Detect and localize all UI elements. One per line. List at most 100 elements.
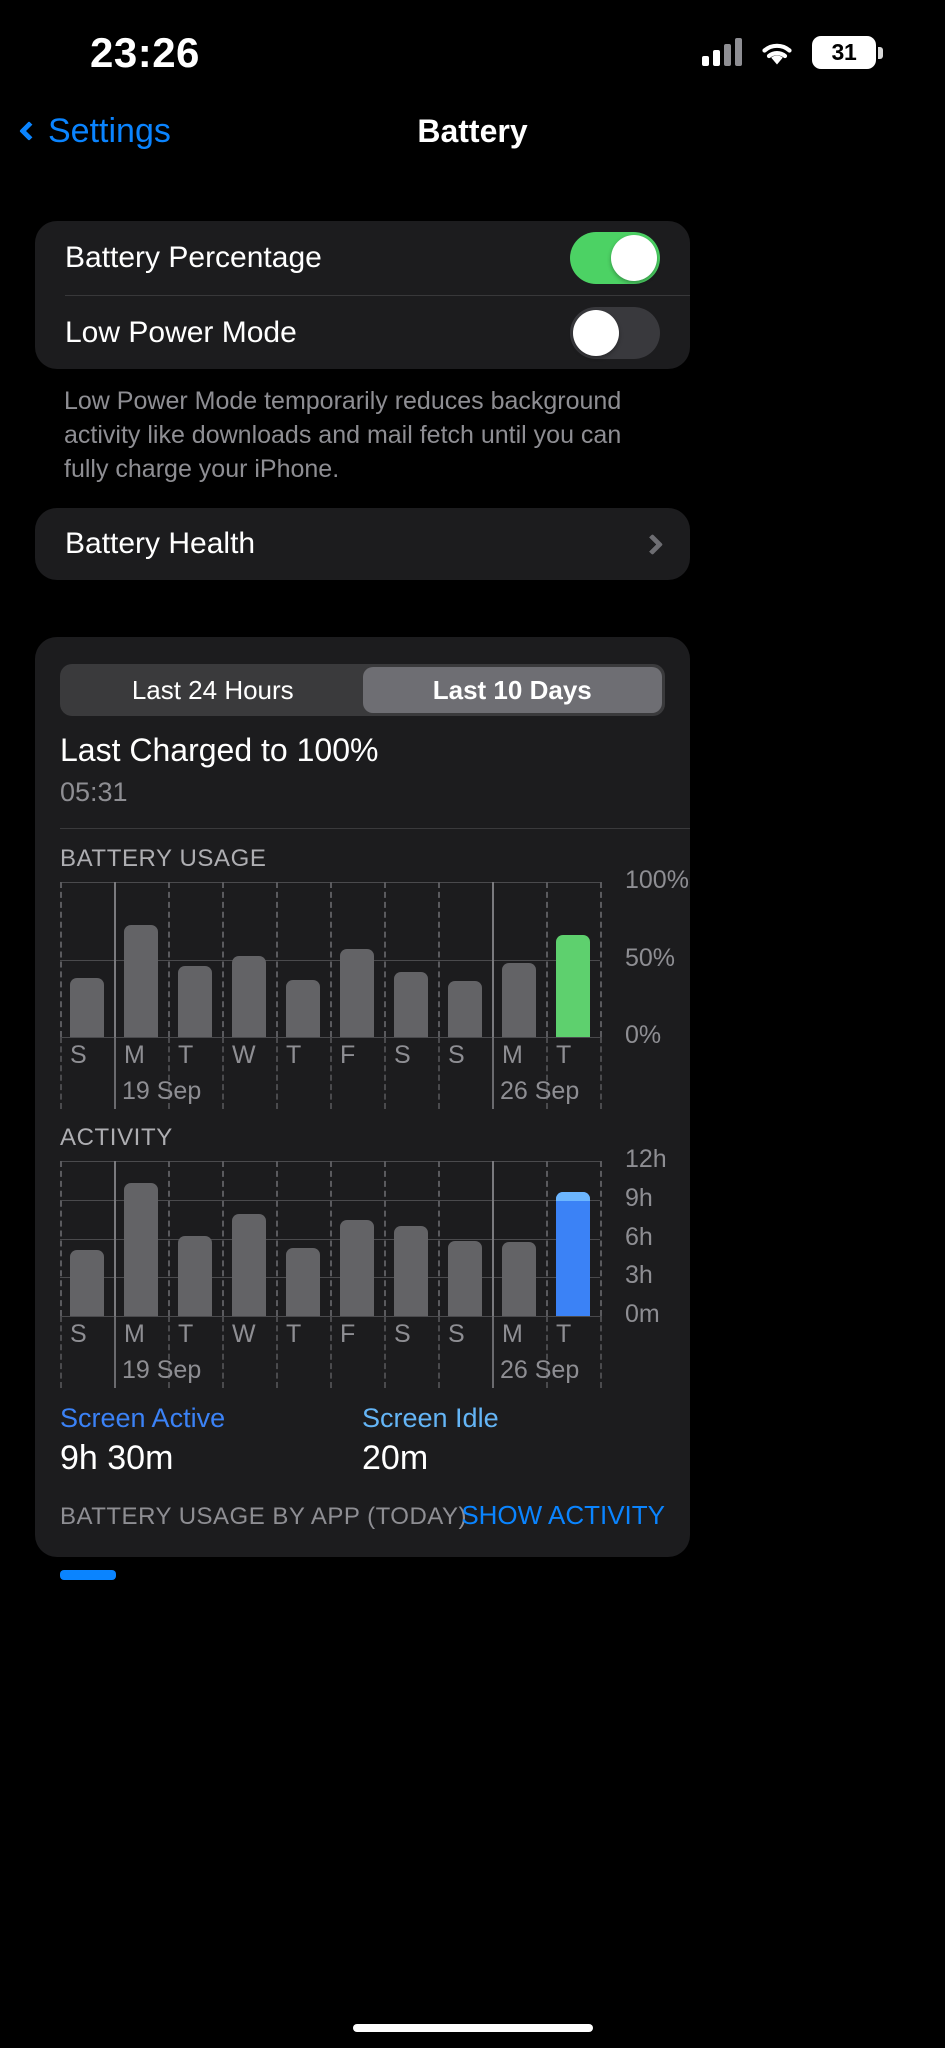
screen-active-legend: Screen Active 9h 30m <box>60 1403 225 1478</box>
battery-percentage-toggle[interactable] <box>570 232 660 284</box>
segment-last-10-days[interactable]: Last 10 Days <box>362 667 662 713</box>
grid-line-vertical <box>600 882 602 1037</box>
bar-slot <box>384 882 438 1037</box>
bar-slot <box>168 1161 222 1316</box>
low-power-mode-description: Low Power Mode temporarily reduces backg… <box>64 387 622 483</box>
bar-slot <box>438 882 492 1037</box>
y-axis-tick-label: 50% <box>625 943 676 972</box>
status-indicators: 31 <box>702 36 883 69</box>
show-activity-button[interactable]: SHOW ACTIVITY <box>461 1500 665 1531</box>
back-button[interactable]: Settings <box>19 111 171 151</box>
bar-slot <box>60 1161 114 1316</box>
y-axis-tick-label: 12h <box>625 1145 667 1173</box>
bar <box>448 1241 482 1316</box>
iphone-screen: 23:26 31 Settings Battery Battery Percen… <box>0 0 945 2048</box>
x-axis-tick <box>600 1037 602 1109</box>
x-axis-day-label: S <box>70 1320 87 1348</box>
section-divider <box>60 828 690 829</box>
toggle-knob <box>611 235 657 281</box>
grid-line-vertical <box>600 1161 602 1316</box>
bar <box>124 925 158 1037</box>
x-axis-date-label: 26 Sep <box>500 1077 580 1105</box>
wifi-icon <box>758 39 796 67</box>
y-axis-tick-label: 6h <box>625 1222 653 1251</box>
last-charged-time: 05:31 <box>60 777 128 807</box>
time-range-segmented-control[interactable]: Last 24 Hours Last 10 Days <box>60 664 665 716</box>
activity-chart <box>60 1161 602 1317</box>
bar <box>448 981 482 1037</box>
bar-slot <box>546 882 600 1037</box>
x-axis-day-label: T <box>286 1041 302 1069</box>
bar <box>286 979 320 1037</box>
status-bar: 23:26 31 <box>0 0 945 105</box>
x-axis-tick <box>276 1316 278 1388</box>
y-axis-tick-label: 100% <box>625 866 689 894</box>
x-axis-day-label: W <box>232 1041 256 1069</box>
low-power-mode-toggle[interactable] <box>570 307 660 359</box>
bar-slot <box>60 882 114 1037</box>
bar <box>286 1247 320 1316</box>
x-axis-tick <box>276 1037 278 1109</box>
x-axis-day-label: W <box>232 1320 256 1348</box>
battery-health-label: Battery Health <box>65 527 256 560</box>
bar-slot <box>492 1161 546 1316</box>
chevron-left-icon <box>19 121 39 141</box>
battery-usage-y-axis: 0% 50% 100% <box>615 866 690 1049</box>
bar <box>340 948 374 1037</box>
x-axis-tick <box>438 1037 440 1109</box>
bar-highlighted <box>556 934 590 1037</box>
battery-percent-label: 31 <box>831 39 857 65</box>
battery-health-card[interactable]: Battery Health <box>35 508 690 580</box>
battery-percentage-row[interactable]: Battery Percentage <box>35 221 690 295</box>
bar-slot <box>276 1161 330 1316</box>
x-axis-tick <box>114 1037 116 1109</box>
battery-indicator: 31 <box>812 36 883 69</box>
x-axis-day-label: M <box>124 1041 145 1069</box>
home-indicator[interactable] <box>352 2024 593 2032</box>
bar-slot <box>384 1161 438 1316</box>
y-axis-tick-label: 0% <box>625 1021 662 1049</box>
cellular-bars-icon <box>702 37 742 66</box>
x-axis-tick <box>492 1316 494 1388</box>
battery-usage-card: Last 24 Hours Last 10 Days Last Charged … <box>35 637 690 1557</box>
status-clock: 23:26 <box>90 28 200 76</box>
x-axis-tick <box>60 1316 62 1388</box>
x-axis-date-label: 19 Sep <box>122 1077 202 1105</box>
bar <box>394 1225 428 1316</box>
toggle-knob <box>573 310 619 356</box>
low-power-mode-label: Low Power Mode <box>65 316 297 349</box>
x-axis-day-label: F <box>340 1320 356 1348</box>
activity-plot <box>60 1161 602 1317</box>
low-power-mode-row[interactable]: Low Power Mode <box>35 296 690 370</box>
bar-slot <box>114 1161 168 1316</box>
back-button-label: Settings <box>48 111 171 150</box>
segment-last-24-hours[interactable]: Last 24 Hours <box>63 667 363 713</box>
x-axis-tick <box>438 1316 440 1388</box>
battery-health-row[interactable]: Battery Health <box>35 508 690 580</box>
activity-x-axis: S M T W T F S S M T 19 Sep 26 Sep <box>60 1316 602 1396</box>
bar <box>124 1182 158 1316</box>
x-axis-day-label: S <box>394 1320 411 1348</box>
x-axis-day-label: S <box>70 1041 87 1069</box>
screen-active-label: Screen Active <box>60 1403 226 1433</box>
bar-slot <box>330 882 384 1037</box>
battery-percentage-label: Battery Percentage <box>65 241 322 274</box>
x-axis-day-label: T <box>556 1320 572 1348</box>
bar-slot <box>438 1161 492 1316</box>
battery-usage-by-app-heading: BATTERY USAGE BY APP (TODAY) <box>60 1503 468 1530</box>
x-axis-day-label: M <box>502 1041 523 1069</box>
x-axis-tick <box>222 1316 224 1388</box>
bar <box>70 1250 104 1316</box>
screen-idle-legend: Screen Idle 20m <box>362 1403 499 1478</box>
bar-group <box>60 882 600 1037</box>
x-axis-day-label: T <box>178 1041 194 1069</box>
bar-group <box>60 1161 600 1316</box>
x-axis-date-label: 26 Sep <box>500 1356 580 1384</box>
x-axis-tick <box>600 1316 602 1388</box>
bar <box>232 1213 266 1316</box>
x-axis-day-label: T <box>178 1320 194 1348</box>
x-axis-tick <box>60 1037 62 1109</box>
battery-tip <box>878 46 883 59</box>
x-axis-day-label: T <box>556 1041 572 1069</box>
app-usage-bar <box>60 1570 116 1580</box>
